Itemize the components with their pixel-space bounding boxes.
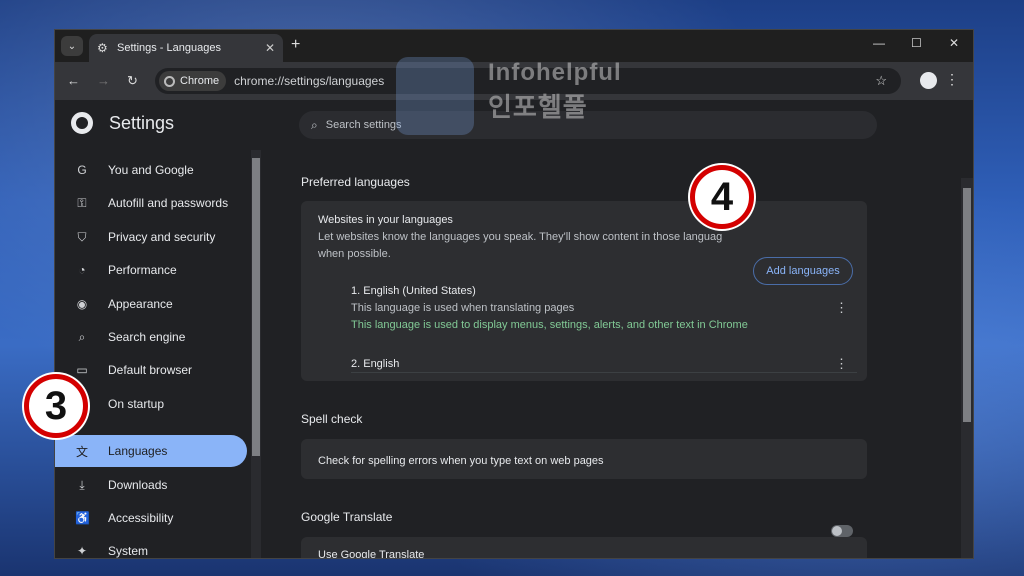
- sidebar-item-accessibility[interactable]: ♿ Accessibility: [55, 502, 247, 534]
- sidebar-item-system[interactable]: ✦ System: [55, 535, 247, 558]
- search-icon: ⌕: [311, 117, 318, 132]
- search-placeholder: Search settings: [325, 119, 402, 131]
- sidebar-item-label: Autofill and passwords: [108, 196, 229, 210]
- language-item-note: This language is used to display menus, …: [351, 319, 748, 331]
- settings-header: Settings: [71, 112, 174, 134]
- sidebar-item-privacy[interactable]: ⛉ Privacy and security: [55, 221, 247, 253]
- sidebar-item-languages[interactable]: 文 Languages: [55, 435, 247, 467]
- wrench-icon: ✦: [76, 544, 88, 558]
- sidebar-item-label: Appearance: [108, 297, 173, 311]
- sidebar-item-label: Accessibility: [108, 511, 174, 525]
- more-actions-icon[interactable]: ⋮: [835, 300, 848, 316]
- maximize-button[interactable]: ☐: [911, 36, 922, 50]
- profile-avatar[interactable]: [920, 72, 937, 89]
- browser-icon: ▭: [76, 363, 88, 377]
- sidebar-item-label: Languages: [108, 444, 168, 458]
- section-title-google-translate: Google Translate: [301, 510, 393, 524]
- gauge-icon: ◔: [78, 263, 86, 277]
- card-title: Websites in your languages: [318, 214, 453, 226]
- watermark-text: Infohelpful 인포헬풀: [488, 59, 622, 124]
- sidebar-item-search-engine[interactable]: ⌕ Search engine: [55, 321, 247, 353]
- tab-title: Settings - Languages: [117, 42, 221, 54]
- accessibility-icon: ♿: [75, 511, 90, 525]
- title-bar: ⌄ ⚙ Settings - Languages ✕ + — ☐ ✕: [55, 30, 973, 62]
- palette-icon: ◉: [76, 297, 88, 311]
- main-scrollbar[interactable]: [961, 178, 973, 558]
- google-icon: G: [77, 163, 87, 177]
- page-title: Settings: [109, 112, 175, 133]
- tab-settings-languages[interactable]: ⚙ Settings - Languages ✕: [89, 34, 283, 62]
- key-icon: ⚿: [77, 195, 87, 210]
- language-item-name: 1. English (United States): [351, 285, 476, 297]
- main-scroll-thumb[interactable]: [963, 188, 971, 422]
- sidebar: G You and Google ⚿ Autofill and password…: [55, 154, 263, 558]
- watermark-english: Infohelpful: [488, 59, 622, 86]
- sidebar-item-you-and-google[interactable]: G You and Google: [55, 154, 247, 186]
- reload-button[interactable]: ↻: [127, 73, 138, 89]
- translate-icon: 文: [75, 444, 88, 459]
- chrome-icon: [164, 75, 175, 87]
- url-text: chrome://settings/languages: [234, 74, 385, 88]
- more-actions-icon[interactable]: ⋮: [835, 356, 848, 372]
- sidebar-item-label: Downloads: [108, 478, 168, 492]
- spell-check-label: Check for spelling errors when you type …: [318, 455, 604, 467]
- chrome-menu-button[interactable]: ⋮: [945, 71, 959, 88]
- section-title-preferred-languages: Preferred languages: [301, 175, 410, 189]
- sidebar-item-autofill[interactable]: ⚿ Autofill and passwords: [55, 187, 247, 219]
- card-description-continued: when possible.: [318, 248, 391, 260]
- divider: [351, 372, 857, 373]
- back-button[interactable]: ←: [67, 73, 80, 88]
- shield-icon: ⛉: [77, 229, 87, 244]
- sidebar-item-label: You and Google: [108, 163, 194, 177]
- sidebar-item-downloads[interactable]: ⤓ Downloads: [55, 469, 247, 501]
- sidebar-scroll-thumb[interactable]: [252, 158, 260, 456]
- sidebar-item-appearance[interactable]: ◉ Appearance: [55, 288, 247, 320]
- search-icon: ⌕: [78, 329, 86, 344]
- step-3-badge: 3: [24, 374, 88, 438]
- section-title-spell-check: Spell check: [301, 412, 363, 426]
- sidebar-item-label: Privacy and security: [108, 230, 216, 244]
- sidebar-item-performance[interactable]: ◔ Performance: [55, 254, 247, 286]
- settings-page: Settings ⌕ Search settings G You and Goo…: [55, 100, 973, 559]
- minimize-button[interactable]: —: [873, 36, 885, 50]
- step-4-badge: 4: [690, 165, 754, 229]
- language-item-detail: This language is used when translating p…: [351, 302, 575, 314]
- chrome-logo-icon: [71, 112, 93, 134]
- sidebar-item-label: Search engine: [108, 330, 186, 344]
- spell-check-toggle[interactable]: [831, 525, 853, 537]
- infohelpful-logo: [396, 57, 474, 135]
- close-tab-icon[interactable]: ✕: [265, 41, 275, 55]
- close-window-button[interactable]: ✕: [949, 36, 959, 50]
- sidebar-item-label: Default browser: [108, 363, 193, 377]
- sidebar-item-label: System: [108, 544, 149, 558]
- tab-search-button[interactable]: ⌄: [61, 36, 83, 56]
- add-languages-button[interactable]: Add languages: [753, 257, 853, 285]
- watermark-korean: 인포헬풀: [488, 92, 588, 122]
- download-icon: ⤓: [79, 477, 85, 492]
- chip-label: Chrome: [180, 75, 220, 87]
- new-tab-button[interactable]: +: [291, 36, 300, 54]
- sidebar-item-label: Performance: [108, 263, 177, 277]
- sidebar-item-label: On startup: [108, 397, 165, 411]
- site-chip[interactable]: Chrome: [159, 71, 227, 91]
- bookmark-star-icon[interactable]: ☆: [875, 73, 887, 89]
- sidebar-scrollbar[interactable]: [251, 150, 261, 558]
- sidebar-item-default-browser[interactable]: ▭ Default browser: [55, 354, 247, 386]
- forward-button[interactable]: →: [97, 73, 110, 88]
- google-translate-label: Use Google Translate: [318, 549, 425, 559]
- gear-icon: ⚙: [97, 41, 108, 55]
- language-item-name: 2. English: [351, 358, 400, 370]
- card-description: Let websites know the languages you spea…: [318, 231, 723, 243]
